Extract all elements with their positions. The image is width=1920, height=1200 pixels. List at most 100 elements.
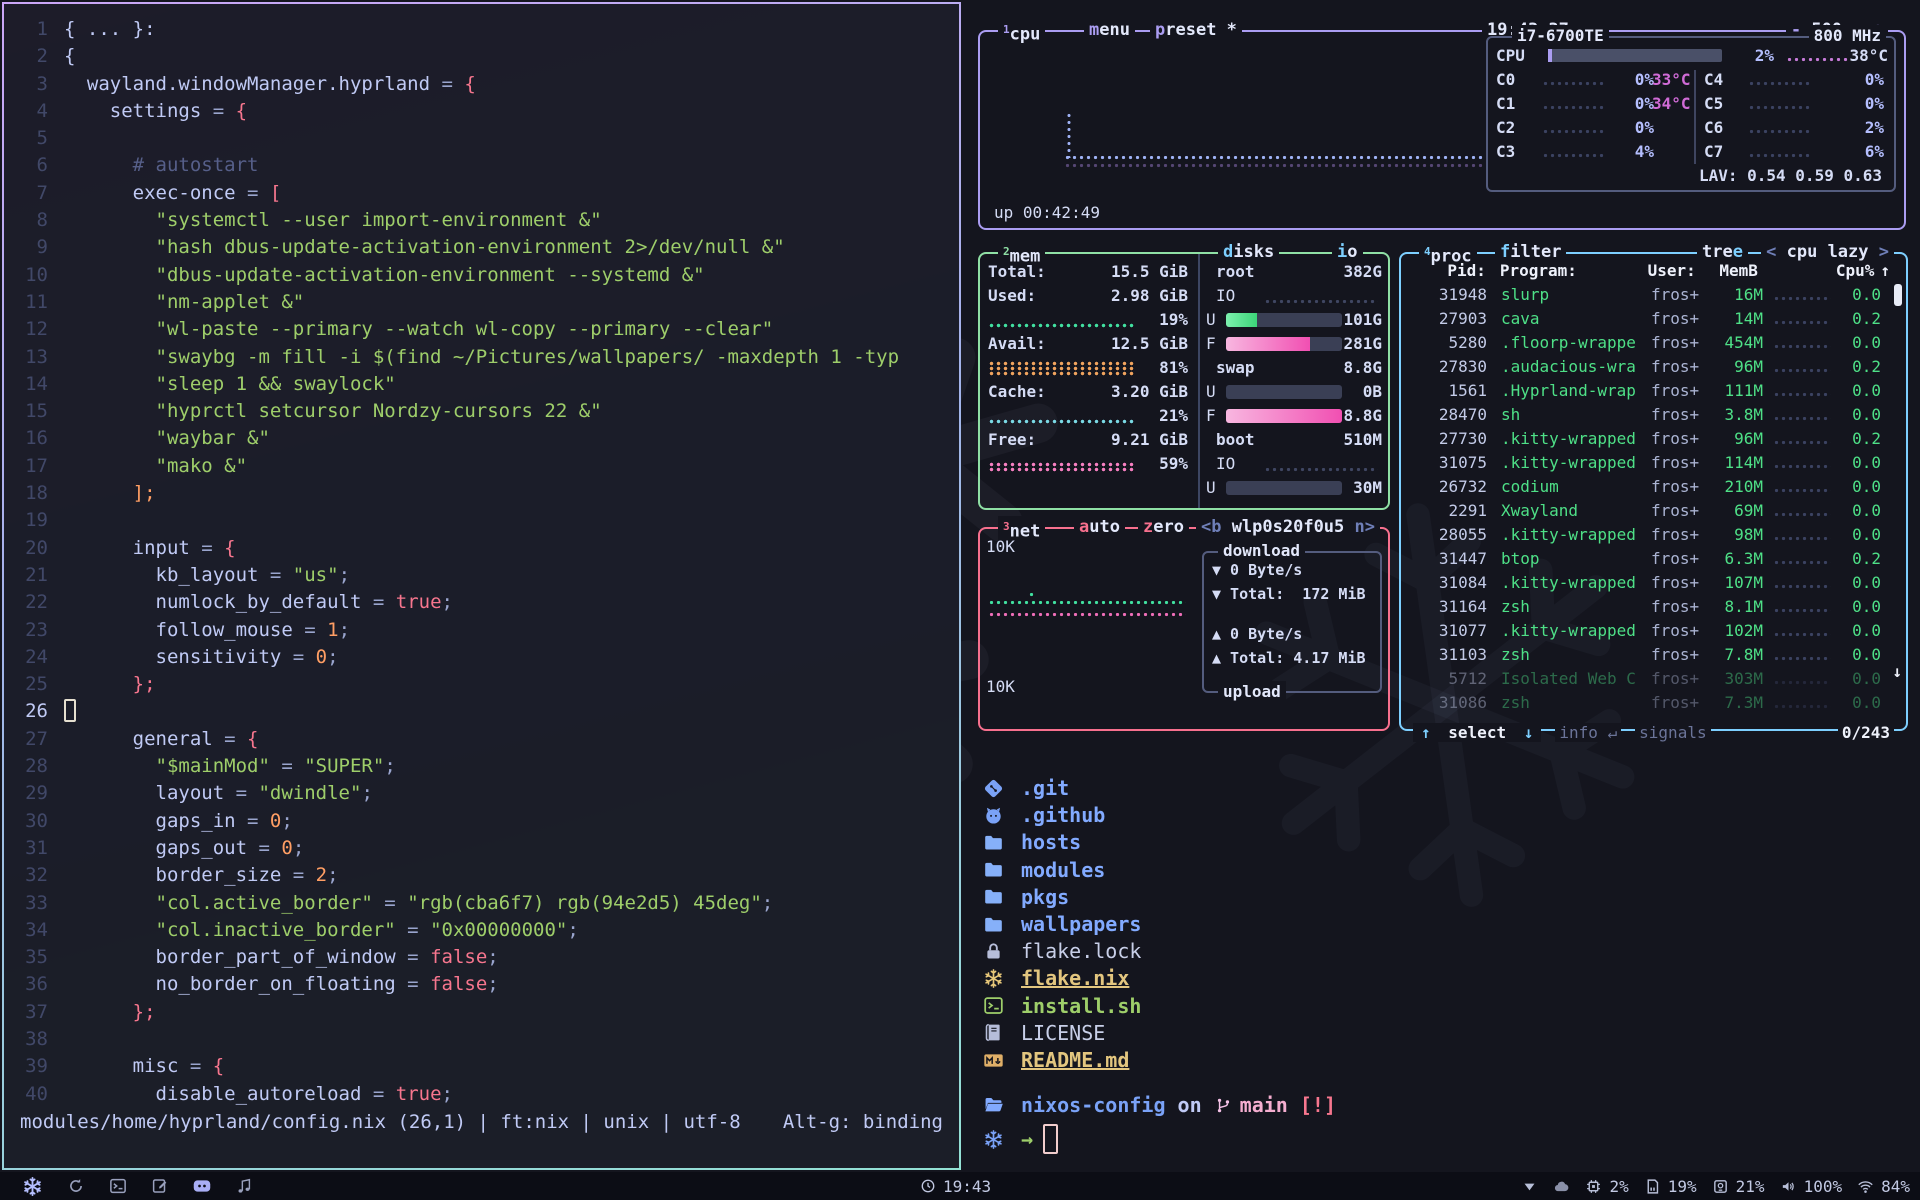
disk-name: boot: [1216, 430, 1255, 449]
net-auto-toggle[interactable]: auto: [1074, 516, 1125, 538]
editor-line[interactable]: 1{ ... }:: [4, 16, 959, 43]
refresh-button[interactable]: [67, 1177, 85, 1195]
proc-row[interactable]: 27730.kitty-wrapped fros+96M 0.2: [1411, 426, 1890, 450]
mem-stat-pct: 81%: [1108, 358, 1188, 377]
editor-line[interactable]: 11 "nm-applet &": [4, 289, 959, 316]
proc-row[interactable]: 31447btop fros+6.3M 0.2: [1411, 546, 1890, 570]
editor-line[interactable]: 33 "col.active_border" = "rgb(cba6f7) rg…: [4, 890, 959, 917]
editor-line[interactable]: 6 # autostart: [4, 152, 959, 179]
editor-line[interactable]: 12 "wl-paste --primary --watch wl-copy -…: [4, 316, 959, 343]
proc-scrollbar-thumb[interactable]: [1894, 284, 1902, 306]
editor-buffer[interactable]: 1{ ... }:2{3 wayland.windowManager.hyprl…: [4, 4, 959, 1168]
editor-line[interactable]: 19: [4, 507, 959, 534]
line-number: 29: [4, 780, 48, 807]
editor-line[interactable]: 4 settings = {: [4, 98, 959, 125]
line-number: 9: [4, 234, 48, 261]
editor-line[interactable]: 39 misc = {: [4, 1053, 959, 1080]
editor-line[interactable]: 7 exec-once = [: [4, 180, 959, 207]
editor-line[interactable]: 37 };: [4, 999, 959, 1026]
editor-line[interactable]: 35 border_part_of_window = false;: [4, 944, 959, 971]
tray-wifi-module[interactable]: 84%: [1857, 1177, 1910, 1196]
editor-line[interactable]: 15 "hyprctl setcursor Nordzy-cursors 22 …: [4, 398, 959, 425]
taskbar: 19:43 2% 19% 21% 100% 84%: [0, 1172, 1920, 1200]
editor-line[interactable]: 30 gaps_in = 0;: [4, 808, 959, 835]
proc-row[interactable]: 31086zsh fros+7.3M 0.0: [1411, 690, 1890, 714]
lock-icon: [983, 940, 1009, 962]
discord-button[interactable]: [193, 1177, 211, 1195]
prompt-dirty-flag: [!]: [1288, 1093, 1336, 1117]
editor-line[interactable]: 28 "$mainMod" = "SUPER";: [4, 753, 959, 780]
editor-line[interactable]: 23 follow_mouse = 1;: [4, 617, 959, 644]
music-button[interactable]: [235, 1177, 253, 1195]
proc-row[interactable]: 31075.kitty-wrapped fros+114M 0.0: [1411, 450, 1890, 474]
editor-line[interactable]: 29 layout = "dwindle";: [4, 780, 959, 807]
editor-line[interactable]: 3 wayland.windowManager.hyprland = {: [4, 71, 959, 98]
proc-row[interactable]: 31103zsh fros+7.8M 0.0: [1411, 642, 1890, 666]
proc-row[interactable]: 5712Isolated Web C fros+303M 0.0: [1411, 666, 1890, 690]
editor-line[interactable]: 27 general = {: [4, 726, 959, 753]
editor-line[interactable]: 13 "swaybg -m fill -i $(find ~/Pictures/…: [4, 344, 959, 371]
editor-line[interactable]: 17 "mako &": [4, 453, 959, 480]
editor-line[interactable]: 16 "waybar &": [4, 425, 959, 452]
tray-cpu-module[interactable]: 2%: [1585, 1177, 1628, 1196]
editor-line[interactable]: 34 "col.inactive_border" = "0x00000000";: [4, 917, 959, 944]
tray-cloud-module[interactable]: [1553, 1178, 1570, 1195]
disks-io-toggle[interactable]: io: [1332, 241, 1363, 263]
upload-label: upload: [1218, 681, 1286, 703]
proc-scroll-down-icon[interactable]: ↓: [1892, 662, 1902, 681]
editor-line[interactable]: 20 input = {: [4, 535, 959, 562]
nix-logo-button[interactable]: [22, 1176, 43, 1197]
editor-line[interactable]: 36 no_border_on_floating = false;: [4, 971, 959, 998]
proc-row[interactable]: 27903cava fros+14M 0.2: [1411, 306, 1890, 330]
proc-row[interactable]: 2291Xwayland fros+69M 0.0: [1411, 498, 1890, 522]
disk-bar-value: 8.8G: [1290, 406, 1382, 425]
terminal-button[interactable]: [109, 1177, 127, 1195]
core-meter: [1542, 106, 1606, 110]
tray-memory-value: 19%: [1668, 1177, 1697, 1196]
prompt-directory: nixos-config: [1021, 1093, 1166, 1117]
editor-line[interactable]: 21 kb_layout = "us";: [4, 562, 959, 589]
editor-line[interactable]: 5: [4, 125, 959, 152]
editor-line[interactable]: 32 border_size = 2;: [4, 862, 959, 889]
btop-preset-button[interactable]: preset *: [1150, 19, 1242, 41]
notes-button[interactable]: [151, 1177, 169, 1195]
proc-row[interactable]: 26732codium fros+210M 0.0: [1411, 474, 1890, 498]
editor-line[interactable]: 24 sensitivity = 0;: [4, 644, 959, 671]
editor-line[interactable]: 9 "hash dbus-update-activation-environme…: [4, 234, 959, 261]
editor-lines[interactable]: 1{ ... }:2{3 wayland.windowManager.hyprl…: [4, 16, 959, 1108]
editor-line[interactable]: 25 };: [4, 671, 959, 698]
editor-line[interactable]: 22 numlock_by_default = true;: [4, 589, 959, 616]
editor-line[interactable]: 2{: [4, 43, 959, 70]
editor-line[interactable]: 14 "sleep 1 && swaylock": [4, 371, 959, 398]
proc-row[interactable]: 28470sh fros+3.8M 0.0: [1411, 402, 1890, 426]
proc-row[interactable]: 31084.kitty-wrapped fros+107M 0.0: [1411, 570, 1890, 594]
net-zero-toggle[interactable]: zero: [1138, 516, 1189, 538]
tray-disk-module[interactable]: 21%: [1712, 1177, 1765, 1196]
editor-line[interactable]: 10 "dbus-update-activation-environment -…: [4, 262, 959, 289]
tray-volume-module[interactable]: 100%: [1780, 1177, 1843, 1196]
tray-memory-module[interactable]: 19%: [1644, 1177, 1697, 1196]
proc-row[interactable]: 5280.floorp-wrappe fros+454M 0.0: [1411, 330, 1890, 354]
git-branch-icon: [1214, 1094, 1236, 1116]
proc-row[interactable]: 31948slurp fros+16M 0.0: [1411, 282, 1890, 306]
taskbar-clock-module[interactable]: 19:43: [920, 1172, 991, 1200]
editor-line[interactable]: 31 gaps_out = 0;: [4, 835, 959, 862]
editor-line[interactable]: 8 "systemctl --user import-environment &…: [4, 207, 959, 234]
btop-menu-button[interactable]: menu: [1084, 19, 1135, 41]
proc-row[interactable]: 1561.Hyprland-wrap fros+111M 0.0: [1411, 378, 1890, 402]
proc-row[interactable]: 27830.audacious-wra fros+96M 0.2: [1411, 354, 1890, 378]
editor-line[interactable]: 38: [4, 1026, 959, 1053]
proc-row[interactable]: 31077.kitty-wrapped fros+102M 0.0: [1411, 618, 1890, 642]
shell-prompt: nixos-config on main [!]: [983, 1092, 1336, 1118]
editor-line[interactable]: 26: [4, 698, 959, 725]
terminal-window[interactable]: .git.githubhostsmodulespkgswallpapersfla…: [966, 736, 1920, 1172]
editor-window[interactable]: 1{ ... }:2{3 wayland.windowManager.hyprl…: [2, 2, 961, 1170]
proc-row[interactable]: 28055.kitty-wrapped fros+98M 0.0: [1411, 522, 1890, 546]
editor-line[interactable]: 40 disable_autoreload = true;: [4, 1081, 959, 1108]
tray-signal-module[interactable]: [1521, 1178, 1538, 1195]
proc-row[interactable]: 31164zsh fros+8.1M 0.0: [1411, 594, 1890, 618]
tray-volume-value: 100%: [1804, 1177, 1843, 1196]
editor-line[interactable]: 18 ];: [4, 480, 959, 507]
shell-input-line[interactable]: →: [983, 1126, 1058, 1152]
net-interface-switcher[interactable]: <b wlp0s20f0u5 n>: [1196, 516, 1380, 538]
